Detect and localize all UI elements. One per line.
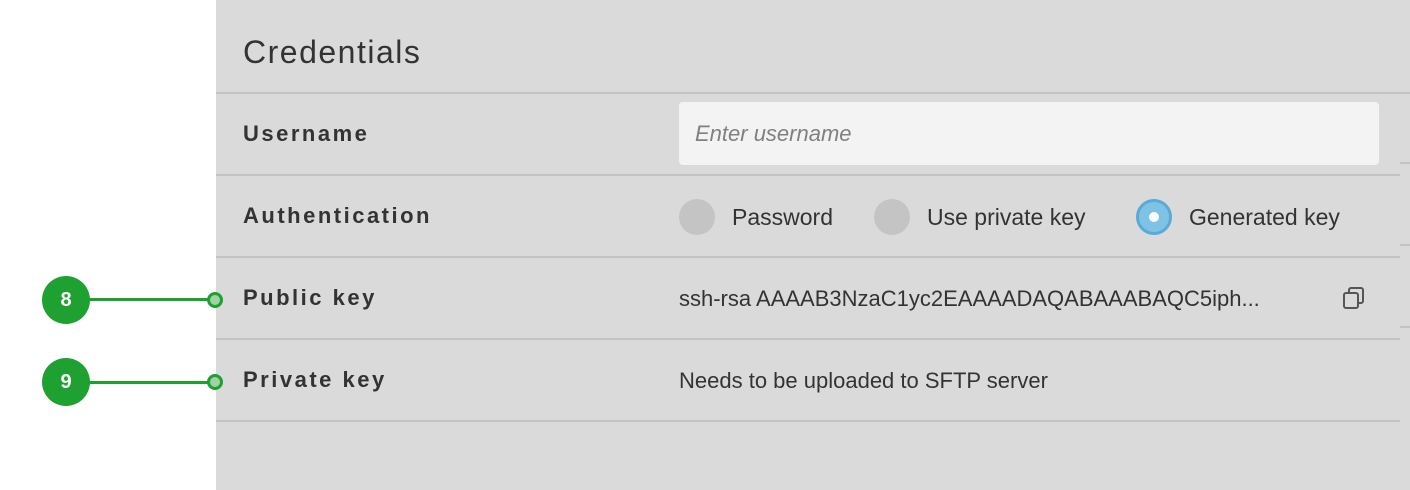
radio-use-private-key[interactable]: Use private key bbox=[874, 197, 1086, 237]
credentials-panel: Credentials Username Authentication Pass… bbox=[216, 0, 1410, 490]
callout-line bbox=[86, 381, 214, 384]
callout-anchor-dot bbox=[207, 374, 223, 390]
divider bbox=[216, 174, 1400, 176]
callout-badge-9: 9 bbox=[42, 358, 90, 406]
private-key-label: Private key bbox=[243, 367, 387, 392]
username-input[interactable] bbox=[679, 102, 1379, 165]
callout-anchor-dot bbox=[207, 292, 223, 308]
public-key-label: Public key bbox=[243, 285, 377, 310]
radio-label-use-private-key: Use private key bbox=[927, 203, 1086, 230]
section-title: Credentials bbox=[243, 34, 422, 70]
radio-password[interactable]: Password bbox=[679, 197, 833, 237]
copy-icon[interactable] bbox=[1342, 286, 1366, 312]
radio-button-checked[interactable] bbox=[1136, 199, 1172, 235]
radio-button-unchecked[interactable] bbox=[874, 199, 910, 235]
username-label: Username bbox=[243, 121, 370, 146]
radio-button-unchecked[interactable] bbox=[679, 199, 715, 235]
radio-label-generated-key: Generated key bbox=[1189, 203, 1340, 230]
radio-label-password: Password bbox=[732, 203, 833, 230]
divider-tick bbox=[1400, 326, 1410, 328]
authentication-label: Authentication bbox=[243, 203, 432, 228]
divider-tick bbox=[1400, 162, 1410, 164]
divider-tick bbox=[1400, 244, 1410, 246]
divider bbox=[216, 92, 1410, 94]
divider bbox=[216, 420, 1400, 422]
radio-generated-key[interactable]: Generated key bbox=[1136, 197, 1340, 237]
divider bbox=[216, 256, 1400, 258]
callout-badge-8: 8 bbox=[42, 276, 90, 324]
divider bbox=[216, 338, 1400, 340]
private-key-value: Needs to be uploaded to SFTP server bbox=[679, 368, 1048, 393]
public-key-value: ssh-rsa AAAAB3NzaC1yc2EAAAADAQABAAABAQC5… bbox=[679, 286, 1260, 311]
callout-line bbox=[86, 298, 214, 301]
